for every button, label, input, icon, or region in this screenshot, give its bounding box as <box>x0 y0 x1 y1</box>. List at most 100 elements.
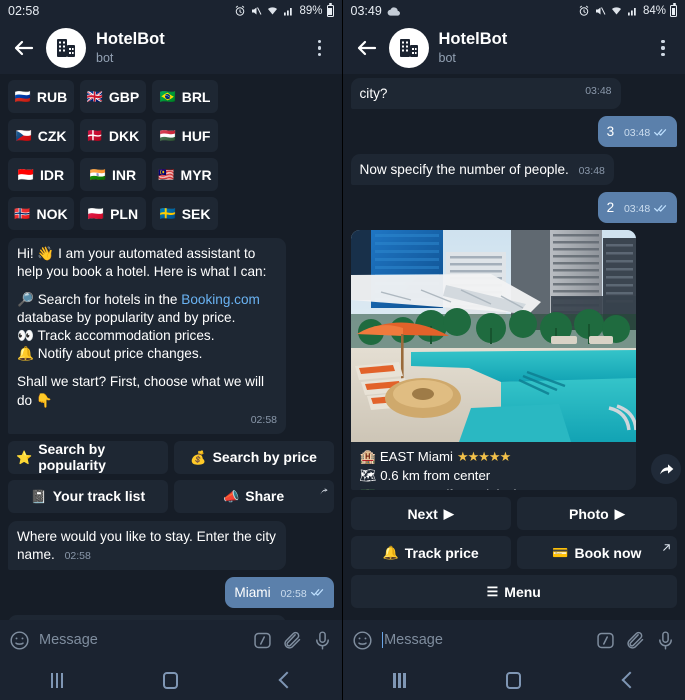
booking-link[interactable]: Booking.com <box>181 292 260 307</box>
welcome-line-4: 🔔 Notify about price changes. <box>17 346 203 362</box>
photo-label: Photo <box>569 505 609 522</box>
currency-button-dkk[interactable]: 🇩🇰 DKK <box>80 119 146 152</box>
overflow-menu-icon[interactable] <box>310 36 330 60</box>
home-button[interactable] <box>494 666 534 694</box>
search-by-popularity-button[interactable]: ⭐ Search by popularity <box>8 440 168 474</box>
emoji-icon[interactable] <box>352 630 373 651</box>
currency-button-czk[interactable]: 🇨🇿 CZK <box>8 119 74 152</box>
currency-code: CZK <box>37 127 67 144</box>
recents-button[interactable] <box>37 666 77 694</box>
hotel-pool-photo[interactable] <box>350 230 636 443</box>
text-caret <box>381 632 384 648</box>
avatar[interactable] <box>388 28 429 68</box>
currency-button-rub[interactable]: 🇷🇺 RUB <box>8 80 74 113</box>
action-label: Your track list <box>52 488 146 505</box>
flag-icon-brl: 🇧🇷 <box>159 89 176 104</box>
message-text: Miami <box>234 584 271 600</box>
input-placeholder: Message <box>384 632 443 648</box>
currency-button-sek[interactable]: 🇸🇪 SEK <box>152 197 218 230</box>
welcome-line-5: Shall we start? First, choose what we wi… <box>17 374 265 408</box>
message-time: 03:48 <box>623 203 651 216</box>
flag-icon-dkk: 🇩🇰 <box>86 128 103 143</box>
slash-command-icon[interactable] <box>252 630 273 651</box>
book-now-button[interactable]: 💳 Book now <box>516 536 677 569</box>
currency-code: INR <box>112 166 137 183</box>
message-text: Now specify the number of people. <box>359 162 569 178</box>
message-time: 02:58 <box>250 413 277 426</box>
attach-icon[interactable] <box>625 630 646 651</box>
home-button[interactable] <box>151 666 191 694</box>
read-receipt-icon <box>654 199 668 212</box>
avatar[interactable] <box>46 28 86 68</box>
star-rating: ★★★★★ <box>456 449 511 465</box>
mic-icon[interactable] <box>312 630 333 651</box>
currency-row: 🇳🇴 NOK 🇵🇱 PLN 🇸🇪 SEK <box>8 197 334 230</box>
hotel-icon: 🏨 <box>359 449 376 465</box>
message-text: 2 <box>606 200 615 216</box>
play-icon: ▶ <box>614 506 625 521</box>
hotel-name-line: 🏨 EAST Miami ★★★★★ <box>360 448 627 467</box>
mic-icon[interactable] <box>655 630 676 651</box>
system-nav-bar <box>342 660 685 700</box>
recents-button[interactable] <box>380 666 420 694</box>
forward-message-button[interactable] <box>651 454 681 484</box>
hotel-card[interactable]: 🏨 EAST Miami ★★★★★ 🗺 0.6 km from center … <box>350 230 636 490</box>
search-by-price-button[interactable]: 💰 Search by price <box>173 440 334 474</box>
message-row: Where would you like to stay. Enter the … <box>8 520 334 570</box>
signal-icon <box>283 5 295 17</box>
read-receipt-icon <box>654 123 668 136</box>
currency-button-idr[interactable]: 🇮🇩 IDR <box>8 158 74 191</box>
message-time: 02:58 <box>64 549 91 562</box>
message-input[interactable]: Message <box>39 632 243 648</box>
track-price-button[interactable]: 🔔 Track price <box>350 536 511 569</box>
message-input-bar: Message <box>0 620 342 660</box>
message-row: city? 03:48 <box>350 78 678 110</box>
back-button[interactable] <box>608 666 648 694</box>
currency-button-gbp[interactable]: 🇬🇧 GBP <box>80 80 146 113</box>
page-title: HotelBot <box>438 30 508 49</box>
play-icon: ▶ <box>443 506 454 521</box>
back-arrow-icon[interactable] <box>12 36 36 60</box>
mute-icon <box>250 5 262 17</box>
mute-icon <box>594 5 606 17</box>
bot-message-bubble: Where would you like to stay. Enter the … <box>8 520 286 570</box>
battery-percent: 84% <box>642 5 666 17</box>
message-input[interactable]: Message <box>381 632 587 648</box>
next-button[interactable]: Next ▶ <box>350 497 511 530</box>
currency-code: HUF <box>181 127 211 144</box>
action-label: Search by popularity <box>38 441 106 474</box>
message-time: 03:48 <box>578 165 605 178</box>
dual-screenshot: 02:58 89% HotelBot bot 🇷🇺 RUB 🇬🇧 GBP 🇧🇷 … <box>0 0 685 700</box>
user-message-bubble: Miami 02:58 <box>225 576 334 608</box>
attach-icon[interactable] <box>282 630 303 651</box>
hotel-distance: 0.6 km from center <box>380 468 491 484</box>
app-header: HotelBot bot <box>342 22 685 74</box>
flag-icon-rub: 🇷🇺 <box>14 89 31 104</box>
megaphone-icon: 📣 <box>223 488 240 504</box>
slash-command-icon[interactable] <box>595 630 616 651</box>
left-phone-screen: 02:58 89% HotelBot bot 🇷🇺 RUB 🇬🇧 GBP 🇧🇷 … <box>0 0 343 700</box>
message-time: 03:48 <box>585 85 612 97</box>
currency-button-brl[interactable]: 🇧🇷 BRL <box>152 80 218 113</box>
currency-code: RUB <box>36 88 68 105</box>
welcome-line-2-pre: 🔎 Search for hotels in the <box>17 292 182 308</box>
back-button[interactable] <box>265 666 305 694</box>
share-button[interactable]: 📣 Share <box>173 479 334 513</box>
currency-row: 🇨🇿 CZK 🇩🇰 DKK 🇭🇺 HUF <box>8 119 334 152</box>
overflow-menu-icon[interactable] <box>653 36 673 60</box>
currency-button-pln[interactable]: 🇵🇱 PLN <box>80 197 146 230</box>
action-row: ☰ Menu <box>350 575 677 608</box>
currency-button-inr[interactable]: 🇮🇳 INR <box>80 158 146 191</box>
emoji-icon[interactable] <box>9 630 30 651</box>
currency-button-huf[interactable]: 🇭🇺 HUF <box>152 119 218 152</box>
your-track-list-button[interactable]: 📓 Your track list <box>8 479 168 513</box>
photo-button[interactable]: Photo ▶ <box>516 497 677 530</box>
back-arrow-icon[interactable] <box>355 36 379 60</box>
hotel-distance-line: 🗺 0.6 km from center <box>360 467 627 486</box>
currency-button-myr[interactable]: 🇲🇾 MYR <box>152 158 218 191</box>
external-link-icon <box>661 540 672 551</box>
menu-button[interactable]: ☰ Menu <box>350 575 677 608</box>
track-price-label: Track price <box>404 544 479 561</box>
currency-button-nok[interactable]: 🇳🇴 NOK <box>8 197 74 230</box>
currency-code: SEK <box>181 205 211 222</box>
